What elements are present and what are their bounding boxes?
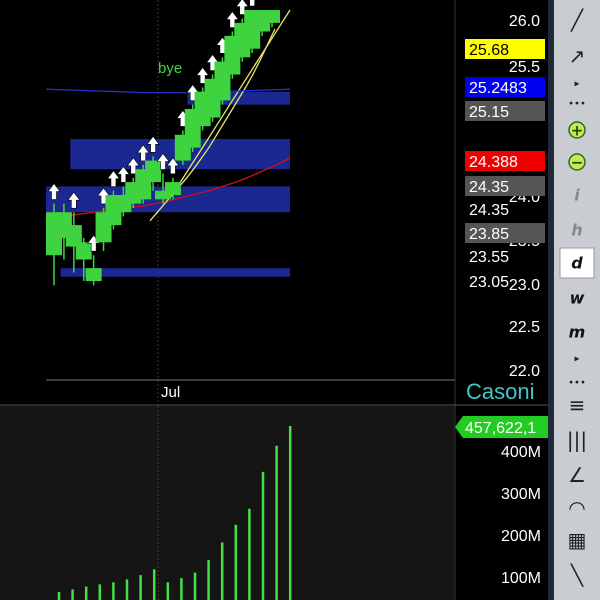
chart-annotation: bye [158,60,182,77]
interval-monthly-button: m [569,323,586,342]
candle-body [164,182,181,195]
interval-hourly-button[interactable]: h [571,221,582,240]
trendline-tool-button[interactable]: ╱ [570,8,584,32]
price-label-red: 24.388 [465,151,545,171]
grid-button[interactable]: ▦ [568,528,587,552]
arcs-button[interactable]: ◠ [568,496,585,520]
price-tick-label: 23.0 [509,277,540,294]
expand-right-button[interactable]: ▸ [574,79,579,90]
volume-tick-label: 300M [501,486,541,503]
interval-intraday-button: i [574,186,580,205]
candle-body [85,268,102,282]
vertical-lines-icon: ||| [567,428,587,452]
interval-weekly-button: w [570,289,585,308]
grip-icon: ••• [568,99,586,110]
price-label-text: 25.2483 [469,80,527,97]
volume-plot-area[interactable] [0,406,455,600]
grip-icon-2: ••• [568,378,586,389]
price-label-text: 24.35 [469,202,509,219]
price-label-blue: 25.2483 [465,77,545,97]
price-label-text: 25.15 [469,104,509,121]
zoom-out-icon: − [571,153,584,171]
interval-intraday-button[interactable]: i [574,186,580,205]
candle-body [264,10,280,23]
grip-button[interactable]: ••• [568,99,586,110]
chart-canvas: 26.025.525.024.524.023.523.022.522.025.6… [0,0,600,600]
price-label-gray: 25.15 [465,101,545,121]
price-label-plain: 23.05 [469,274,509,291]
expand-right-2-button[interactable]: ▸ [574,354,579,365]
drawing-toolbar: ╱ ↗ ▸ ••• + − ihdwm ▸ ••• ≡ ||| ∠ ◠ ▦ ╲ [548,0,600,600]
candle-body [75,242,92,260]
price-label-text: 25.68 [469,42,509,59]
arcs-icon: ◠ [568,496,585,520]
price-tick-label: 22.0 [509,363,540,380]
volume-tick-label: 400M [501,444,541,461]
volume-title: Casoni [466,379,534,404]
price-label-text: 23.05 [469,274,509,291]
price-label-text: 24.35 [469,179,509,196]
horizontal-lines-button[interactable]: ≡ [569,393,586,417]
price-label-gray: 23.85 [465,223,545,243]
price-label-plain: 24.35 [469,202,509,219]
interval-monthly-button[interactable]: m [569,323,586,342]
horizontal-lines-icon: ≡ [569,393,586,417]
interval-daily-button[interactable]: d [559,247,595,279]
vertical-lines-button[interactable]: ||| [567,428,587,452]
expand-right-icon-2: ▸ [574,354,579,365]
grid-icon: ▦ [568,528,587,552]
volume-tick-label: 200M [501,528,541,545]
current-volume-text: 457,622,1 [465,420,536,437]
zoom-out-button[interactable]: − [568,153,586,171]
x-axis-label-jul: Jul [161,384,180,401]
zoom-in-icon: + [571,121,584,139]
expand-right-icon: ▸ [574,79,579,90]
price-label-text: 24.388 [469,154,518,171]
price-tick-label: 22.5 [509,319,540,336]
gann-fan-button[interactable]: ╲ [570,563,584,587]
current-volume-label: 457,622,1 [455,416,548,438]
price-tick-label: 26.0 [509,13,540,30]
candle-body [145,160,162,183]
interval-hourly-button: h [571,221,582,240]
interval-weekly-button[interactable]: w [570,289,585,308]
arrow-tool-button[interactable]: ↗ [569,44,586,68]
price-label-yellow: 25.68 [465,39,545,59]
price-label-text: 23.55 [469,249,509,266]
volume-tick-label: 100M [501,570,541,587]
volume-panel[interactable]: 400M 300M 200M 100M 457,622,1 [0,406,548,600]
price-label-gray: 24.35 [465,176,545,196]
zoom-in-button[interactable]: + [568,121,586,139]
price-label-text: 23.85 [469,226,509,243]
gann-fan-icon: ╲ [570,563,584,587]
trendline-tool-icon: ╱ [570,8,584,32]
price-label-plain: 23.55 [469,249,509,266]
arrow-tool-icon: ↗ [569,44,586,68]
fan-lines-button[interactable]: ∠ [568,463,586,487]
fan-lines-icon: ∠ [568,463,586,487]
price-tick-label: 25.5 [509,59,540,76]
grip-2-button[interactable]: ••• [568,378,586,389]
interval-daily-button: d [571,254,583,273]
